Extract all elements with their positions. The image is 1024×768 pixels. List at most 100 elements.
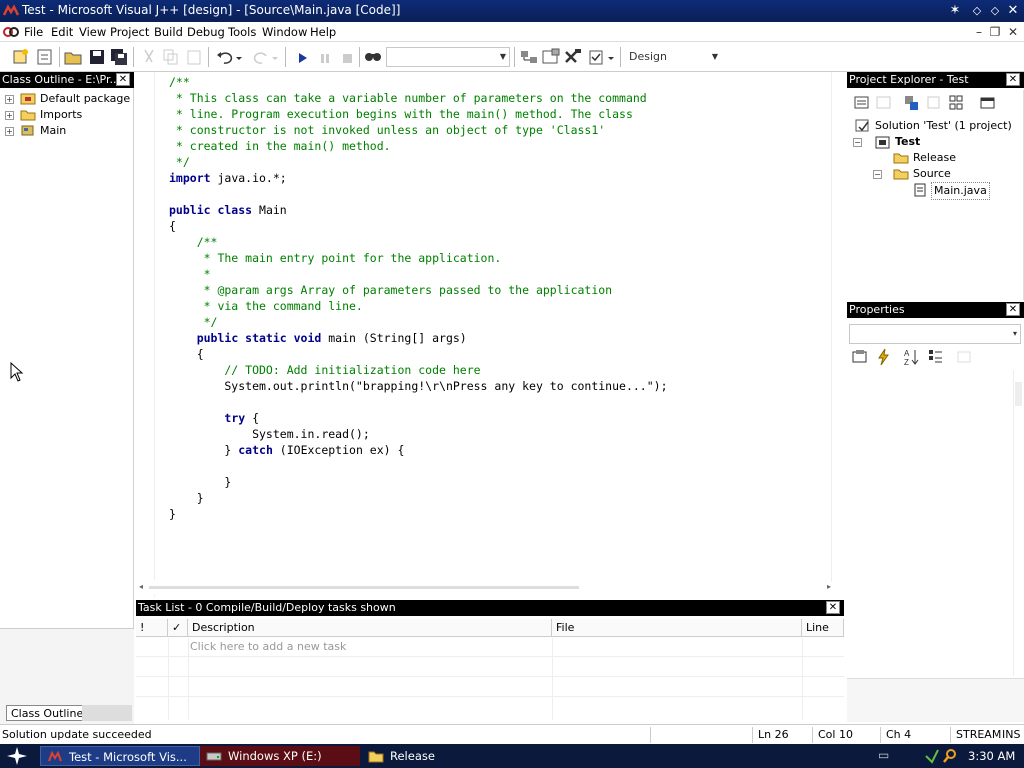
task-list-icon[interactable]	[586, 46, 608, 68]
task-list-close-icon[interactable]: ✕	[826, 601, 840, 614]
taskbar-item-ide[interactable]: Test - Microsoft Vis...	[40, 746, 200, 766]
scroll-right-icon[interactable]: ▸	[827, 582, 831, 591]
menu-tools[interactable]: Tools	[228, 25, 256, 39]
properties-close-icon[interactable]: ✕	[1006, 303, 1020, 316]
save-icon[interactable]	[86, 46, 108, 68]
code-line[interactable]	[169, 394, 668, 410]
code-line[interactable]: public class Main	[169, 202, 668, 218]
column-priority[interactable]: !	[136, 619, 168, 637]
stop-icon[interactable]	[336, 46, 358, 68]
collapse-minus-icon[interactable]: −	[853, 138, 862, 147]
maximize-button[interactable]: ◇	[986, 2, 1004, 20]
add-task-row[interactable]: Click here to add a new task	[190, 640, 346, 653]
code-line[interactable]: * via the command line.	[169, 298, 668, 314]
window-icon[interactable]	[977, 92, 999, 114]
start-button-icon[interactable]	[6, 746, 28, 766]
code-line[interactable]: * created in the main() method.	[169, 138, 668, 154]
menu-build[interactable]: Build	[154, 25, 183, 39]
pause-icon[interactable]	[314, 46, 336, 68]
keyboard-tray-icon[interactable]: ▭	[878, 748, 894, 762]
menu-help[interactable]: Help	[310, 25, 336, 39]
find-icon[interactable]	[362, 46, 384, 68]
properties-grid[interactable]	[847, 370, 1013, 676]
open-folder-icon[interactable]	[62, 46, 84, 68]
task-dropdown-icon[interactable]	[606, 46, 616, 68]
taskbar-item-release[interactable]: Release	[362, 746, 522, 766]
expand-plus-icon[interactable]: +	[5, 127, 14, 136]
menu-window[interactable]: Window	[262, 25, 307, 39]
code-line[interactable]: * line. Program execution begins with th…	[169, 106, 668, 122]
code-line[interactable]: System.out.println("brapping!\r\nPress a…	[169, 378, 667, 394]
code-line[interactable]: } catch (IOException ex) {	[169, 442, 668, 458]
class-view-icon[interactable]	[947, 92, 969, 114]
tab-class-outline[interactable]: Class Outline	[6, 705, 89, 721]
code-line[interactable]: import java.io.*;	[169, 170, 668, 186]
column-line[interactable]: Line	[802, 619, 844, 637]
tree-item-imports[interactable]: + Imports	[0, 107, 134, 123]
menu-view[interactable]: View	[79, 25, 106, 39]
column-checked[interactable]: ✓	[168, 619, 188, 637]
find-combo[interactable]: ▼	[386, 47, 510, 67]
redo-dropdown-icon[interactable]	[270, 46, 280, 68]
property-page-disabled-icon[interactable]	[953, 346, 975, 368]
tree-solution[interactable]: Solution 'Test' (1 project)	[853, 118, 1023, 134]
scroll-left-icon[interactable]: ◂	[139, 582, 143, 591]
code-line[interactable]: }	[169, 474, 668, 490]
tree-folder-release[interactable]: Release	[853, 150, 1023, 166]
copy-icon[interactable]	[160, 46, 182, 68]
categorized-icon[interactable]	[925, 346, 947, 368]
code-line[interactable]: */	[169, 154, 668, 170]
editor-horizontal-scrollbar[interactable]: ◂ ▸	[139, 580, 831, 594]
editor-vertical-scrollbar[interactable]	[831, 72, 843, 582]
redo-icon[interactable]	[250, 46, 272, 68]
project-explorer-icon[interactable]	[518, 46, 540, 68]
tree-item-main[interactable]: + Main	[0, 123, 134, 139]
toolbox-icon[interactable]	[562, 46, 584, 68]
code-line[interactable]: /**	[169, 74, 668, 90]
code-line[interactable]: *	[169, 266, 668, 282]
view-code-icon[interactable]	[851, 92, 873, 114]
code-line[interactable]: public static void main (String[] args)	[169, 330, 668, 346]
code-line[interactable]: */	[169, 314, 668, 330]
scroll-thumb[interactable]	[1015, 382, 1022, 406]
tree-file-main-java[interactable]: Main.java	[853, 182, 1023, 200]
start-debug-icon[interactable]	[292, 46, 314, 68]
mdi-close-icon[interactable]: ✕	[1006, 24, 1020, 40]
search-tray-icon[interactable]	[942, 748, 958, 764]
view-designer-icon[interactable]	[873, 92, 895, 114]
tab-secondary[interactable]	[82, 705, 132, 721]
minimize-button[interactable]: ◇	[968, 2, 986, 20]
code-line[interactable]: /**	[169, 234, 668, 250]
class-outline-close-icon[interactable]: ✕	[116, 73, 130, 86]
scroll-thumb[interactable]	[149, 586, 579, 589]
properties-scrollbar[interactable]	[1013, 370, 1023, 676]
code-line[interactable]: {	[169, 346, 668, 362]
undo-dropdown-icon[interactable]	[234, 46, 244, 68]
new-project-icon[interactable]	[10, 46, 32, 68]
menu-project[interactable]: Project	[110, 25, 149, 39]
configuration-combo[interactable]: Design ▼	[624, 47, 722, 67]
column-description[interactable]: Description	[188, 619, 552, 637]
network-tray-icon[interactable]	[924, 748, 940, 764]
column-file[interactable]: File	[552, 619, 802, 637]
code-line[interactable]: try {	[169, 410, 668, 426]
code-line[interactable]: * The main entry point for the applicati…	[169, 250, 668, 266]
property-pages-icon[interactable]	[849, 346, 871, 368]
tree-item-default-package[interactable]: + Default package	[0, 91, 134, 107]
expand-plus-icon[interactable]: +	[5, 111, 14, 120]
refresh-icon[interactable]	[901, 92, 923, 114]
code-line[interactable]: // TODO: Add initialization code here	[169, 362, 668, 378]
code-line[interactable]	[169, 186, 668, 202]
undo-icon[interactable]	[214, 46, 236, 68]
code-editor[interactable]: /** * This class can take a variable num…	[135, 72, 845, 597]
code-line[interactable]	[169, 458, 668, 474]
save-all-icon[interactable]	[108, 46, 130, 68]
tree-project-test[interactable]: − Test	[853, 134, 1023, 150]
properties-object-selector[interactable]: ▾	[849, 324, 1021, 344]
expand-plus-icon[interactable]: +	[5, 95, 14, 104]
mdi-minimize-icon[interactable]: –	[972, 24, 986, 40]
menu-file[interactable]: File	[24, 25, 43, 39]
sort-alphabetical-icon[interactable]: AZ	[901, 346, 923, 368]
menu-debug[interactable]: Debug	[187, 25, 225, 39]
code-text[interactable]: /** * This class can take a variable num…	[169, 74, 668, 522]
